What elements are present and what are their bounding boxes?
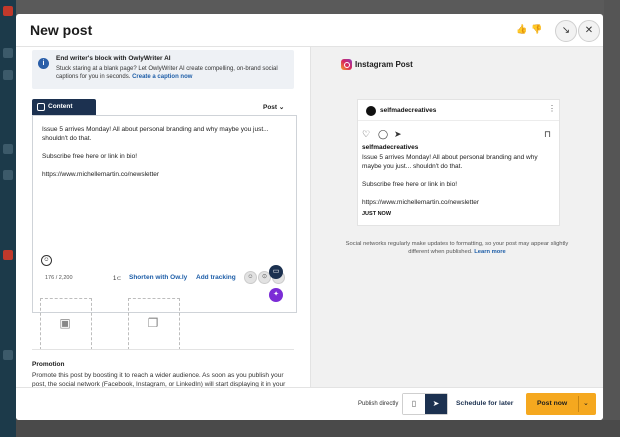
instagram-icon [37,103,45,111]
character-counter: 176 / 2,200 [45,275,73,281]
banner-body: Stuck staring at a blank page? Let OwlyW… [56,65,288,81]
promotion-title: Promotion [32,361,65,368]
sidebar-icon [3,48,13,58]
caption-username: selfmadecreatives [362,144,419,151]
mobile-icon[interactable]: ▯ [403,394,425,414]
add-tracking-button[interactable]: Add tracking [196,274,236,281]
post-type-value: Post [263,104,278,111]
chevron-down-icon: ⌄ [278,104,285,111]
section-divider [32,349,294,350]
info-icon: i [38,58,49,69]
heart-icon: ♡ [362,129,371,139]
bookmark-icon: ⊓ [544,129,552,139]
banner-title: End writer's block with OwlyWriter AI [56,55,171,62]
modal-footer: Publish directly ▯ ➤ Schedule for later … [16,387,603,420]
shorten-link-button[interactable]: Shorten with Ow.ly [129,274,187,281]
card-divider [358,120,559,121]
image-icon: ▣ [59,316,71,330]
app-background-bottom [16,420,620,437]
modal-header: New post 👍 👎 ↘ ✕ [16,14,603,47]
schedule-for-later-button[interactable]: Schedule for later [456,400,513,407]
post-time: JUST NOW [362,211,392,217]
chevron-down-icon[interactable]: ⌄ [583,399,589,407]
account-name: selfmadecreatives [380,107,437,114]
composer-panel: i End writer's block with OwlyWriter AI … [16,47,309,387]
owlywriter-button[interactable]: ✦ [269,288,283,302]
promotion-body: Promote this post by boosting it to reac… [32,372,286,387]
emoji-icon[interactable]: ☺ [41,255,52,266]
minimize-button[interactable]: ↘ [555,20,577,42]
comment-icon: ◯ [378,129,389,139]
hashtag-suggest-icon[interactable]: ☺ [244,271,257,284]
sidebar-icon [3,170,13,180]
avatar [366,106,376,116]
post-now-label: Post now [537,400,568,407]
app-background-right [604,0,620,437]
book-icon: ❐ [147,316,159,330]
instagram-logo-icon [341,59,352,70]
learn-more-link[interactable]: Learn more [474,249,506,255]
publish-directly-label: Publish directly [358,401,399,407]
post-now-button[interactable]: Post now ⌄ [526,393,596,415]
post-text[interactable]: Issue 5 arrives Monday! All about person… [42,125,286,179]
add-image-button[interactable]: ▣ [40,298,92,350]
owlywriter-banner: i End writer's block with OwlyWriter AI … [32,50,294,89]
modal-title: New post [30,22,93,38]
preview-note: Social networks regularly make updates t… [341,240,573,256]
create-caption-link[interactable]: Create a caption now [132,74,192,80]
sidebar-icon [3,70,13,80]
new-post-modal: New post 👍 👎 ↘ ✕ i End writer's block wi… [16,14,603,420]
app-sidebar-background [0,0,16,437]
publish-mode-toggle[interactable]: ▯ ➤ [402,393,448,415]
caption-text: Issue 5 arrives Monday! All about person… [362,154,538,206]
link-icon: ⊂ [116,276,122,282]
preview-note-text: Social networks regularly make updates t… [345,241,569,255]
preview-panel: Instagram Post selfmadecreatives ⋮ ♡ ◯ ➤… [310,47,603,387]
app-logo-icon [3,6,13,16]
add-media-library-button[interactable]: ❐ [128,298,180,350]
link-count: 1⊂ [113,275,121,282]
preview-heading: Instagram Post [355,60,413,69]
post-editor[interactable]: Issue 5 arrives Monday! All about person… [32,115,297,313]
preview-mode-button[interactable]: ▭ [269,265,283,279]
button-separator [578,396,579,412]
close-button[interactable]: ✕ [578,20,600,42]
tab-content[interactable]: Content [32,99,96,115]
send-icon[interactable]: ➤ [425,394,447,414]
share-icon: ➤ [394,129,402,139]
tab-content-label: Content [48,103,73,110]
sidebar-icon [3,144,13,154]
thumbs-up-icon[interactable]: 👍 [516,24,527,35]
instagram-preview-card: selfmadecreatives ⋮ ♡ ◯ ➤ ⊓ selfmadecrea… [357,99,560,226]
sidebar-icon [3,350,13,360]
thumbs-down-icon[interactable]: 👎 [531,24,542,35]
more-options-icon: ⋮ [548,104,556,113]
post-type-select[interactable]: Post ⌄ [263,103,284,111]
sidebar-icon [3,250,13,260]
